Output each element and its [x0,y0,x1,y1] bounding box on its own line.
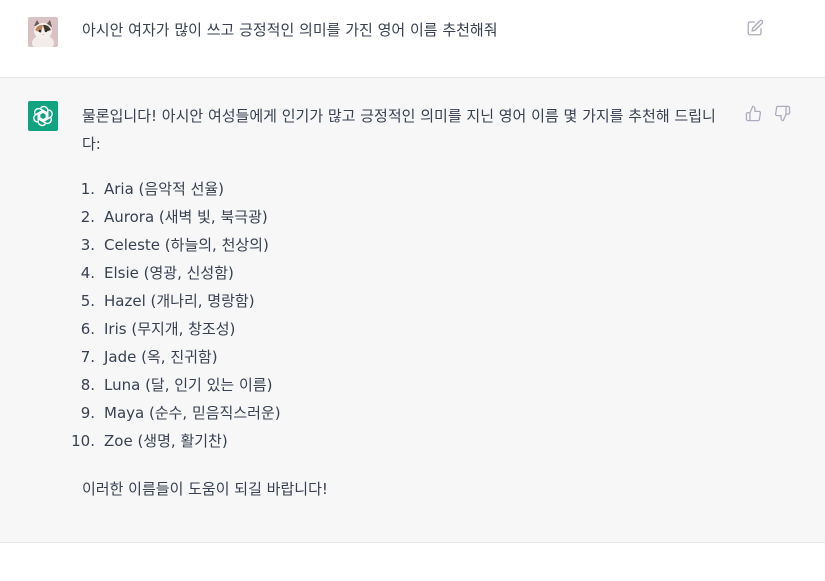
list-item-text: Maya (순수, 믿음직스러운) [104,404,281,422]
assistant-message-row: 물론입니다! 아시안 여성들에게 인기가 많고 긍정적인 의미를 지닌 영어 이… [0,78,825,543]
list-item: 10. Zoe (생명, 활기찬) [71,427,732,455]
edit-message-button[interactable] [746,19,766,39]
list-item-number: 7. [80,348,95,366]
user-avatar [28,17,58,47]
list-item-number: 2. [80,208,95,226]
openai-logo-icon [32,105,54,127]
list-item-number: 6. [80,320,95,338]
list-item-text: Zoe (생명, 활기찬) [104,432,228,450]
list-item-text: Luna (달, 인기 있는 이름) [104,376,273,394]
list-item: 9. Maya (순수, 믿음직스러운) [81,399,732,427]
thumbs-up-icon [745,105,763,122]
list-item: 6. Iris (무지개, 창조성) [81,315,732,343]
thumbs-down-button[interactable] [774,105,792,123]
list-item: 3. Celeste (하늘의, 천상의) [81,231,732,259]
list-item-text: Celeste (하늘의, 천상의) [104,236,269,254]
list-item: 1. Aria (음악적 선율) [81,175,732,203]
name-suggestion-list: 1. Aria (음악적 선율) 2. Aurora (새벽 빛, 북극광) 3. C… [71,175,732,455]
list-item: 4. Elsie (영광, 신성함) [81,259,732,287]
list-item-text: Elsie (영광, 신성함) [104,264,234,282]
list-item: 7. Jade (옥, 진귀함) [81,343,732,371]
list-item-number: 4. [80,264,95,282]
list-item-text: Aurora (새벽 빛, 북극광) [104,208,268,226]
list-item-text: Jade (옥, 진귀함) [104,348,218,366]
list-item-number: 3. [80,236,95,254]
list-item: 5. Hazel (개나리, 명랑함) [81,287,732,315]
assistant-avatar [28,101,58,131]
list-item-number: 5. [80,292,95,310]
thumbs-down-icon [774,105,792,122]
pencil-square-icon [746,19,766,37]
assistant-intro-text: 물론입니다! 아시안 여성들에게 인기가 많고 긍정적인 의미를 지닌 영어 이… [82,107,716,153]
list-item-number: 8. [80,376,95,394]
list-item: 8. Luna (달, 인기 있는 이름) [81,371,732,399]
list-item-text: Hazel (개나리, 명랑함) [104,292,255,310]
list-item-number: 10. [71,432,95,450]
assistant-message-content: 물론입니다! 아시안 여성들에게 인기가 많고 긍정적인 의미를 지닌 영어 이… [71,102,732,503]
assistant-outro-text: 이러한 이름들이 도움이 되길 바랍니다! [82,480,328,498]
list-item-text: Aria (음악적 선율) [104,180,225,198]
list-item-text: Iris (무지개, 창조성) [104,320,236,338]
list-item-number: 9. [80,404,95,422]
thumbs-up-button[interactable] [745,105,763,123]
list-item-number: 1. [80,180,95,198]
list-item: 2. Aurora (새벽 빛, 북극광) [81,203,732,231]
user-message-row: 아시안 여자가 많이 쓰고 긍정적인 의미를 가진 영어 이름 추천해줘 [0,0,825,78]
user-message-text: 아시안 여자가 많이 쓰고 긍정적인 의미를 가진 영어 이름 추천해줘 [82,21,498,39]
